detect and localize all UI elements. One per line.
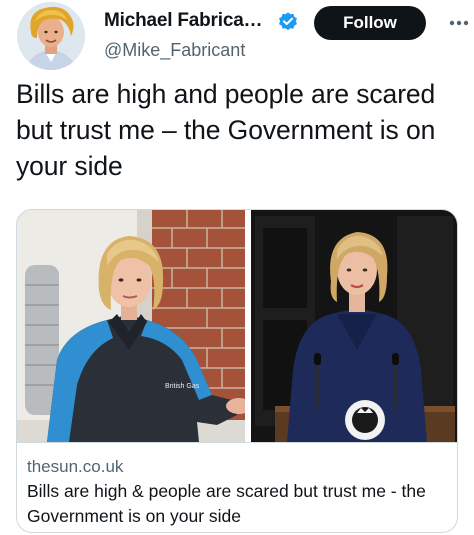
- more-dots-icon[interactable]: [446, 10, 472, 36]
- avatar[interactable]: [17, 2, 85, 70]
- card-photo: British Gas: [17, 210, 457, 442]
- jacket-logo-text: British Gas: [165, 383, 200, 390]
- card-title[interactable]: Bills are high & people are scared but t…: [27, 479, 455, 529]
- card-image[interactable]: British Gas: [17, 210, 457, 442]
- card-domain[interactable]: thesun.co.uk: [27, 457, 123, 477]
- author-display-name[interactable]: Michael Fabrica…: [104, 10, 263, 32]
- link-card[interactable]: British Gas thesun.co.uk Bills are high …: [16, 209, 458, 533]
- tweet-text: Bills are high and people are scared but…: [16, 79, 436, 181]
- author-handle[interactable]: @Mike_Fabricant: [104, 40, 245, 61]
- verified-badge-icon: [279, 12, 297, 31]
- tweet-header: Michael Fabrica… @Mike_Fabricant Follow: [0, 0, 474, 80]
- card-divider: [17, 442, 457, 443]
- follow-button[interactable]: Follow: [314, 6, 426, 40]
- avatar-image: [17, 2, 85, 70]
